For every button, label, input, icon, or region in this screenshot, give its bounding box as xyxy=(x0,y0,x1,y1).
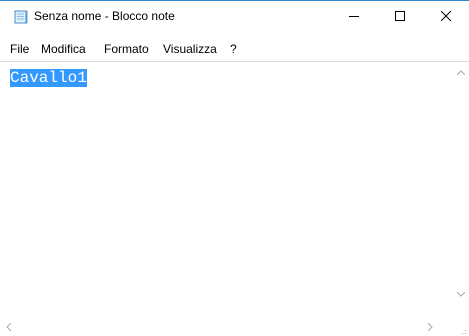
notepad-window: Senza nome - Blocco note File Modifica F… xyxy=(0,0,469,336)
minimize-icon xyxy=(349,16,359,17)
menu-help[interactable]: ? xyxy=(230,42,237,56)
scroll-left-icon[interactable] xyxy=(6,322,12,334)
menu-formato[interactable]: Formato xyxy=(104,42,149,56)
menu-modifica[interactable]: Modifica xyxy=(41,42,86,56)
menu-visualizza[interactable]: Visualizza xyxy=(163,42,217,56)
maximize-icon xyxy=(395,11,405,21)
text-editor[interactable]: Cavallo1 xyxy=(0,61,469,336)
title-bar[interactable]: Senza nome - Blocco note xyxy=(0,1,469,31)
maximize-button[interactable] xyxy=(377,1,423,31)
scroll-down-icon[interactable] xyxy=(456,290,466,300)
minimize-button[interactable] xyxy=(331,1,377,31)
scroll-right-icon[interactable] xyxy=(427,322,433,334)
horizontal-scrollbar[interactable] xyxy=(0,321,453,336)
vertical-scrollbar[interactable] xyxy=(453,62,469,320)
menu-bar: File Modifica Formato Visualizza ? xyxy=(0,39,469,59)
resize-grip-icon[interactable] xyxy=(457,325,467,335)
selected-text[interactable]: Cavallo1 xyxy=(10,69,87,87)
notepad-icon[interactable] xyxy=(14,10,28,24)
close-icon xyxy=(441,11,451,21)
window-title: Senza nome - Blocco note xyxy=(34,9,175,23)
close-button[interactable] xyxy=(423,1,469,31)
scroll-up-icon[interactable] xyxy=(456,68,466,78)
menu-file[interactable]: File xyxy=(10,42,29,56)
editor-text-area[interactable]: Cavallo1 xyxy=(10,68,450,308)
